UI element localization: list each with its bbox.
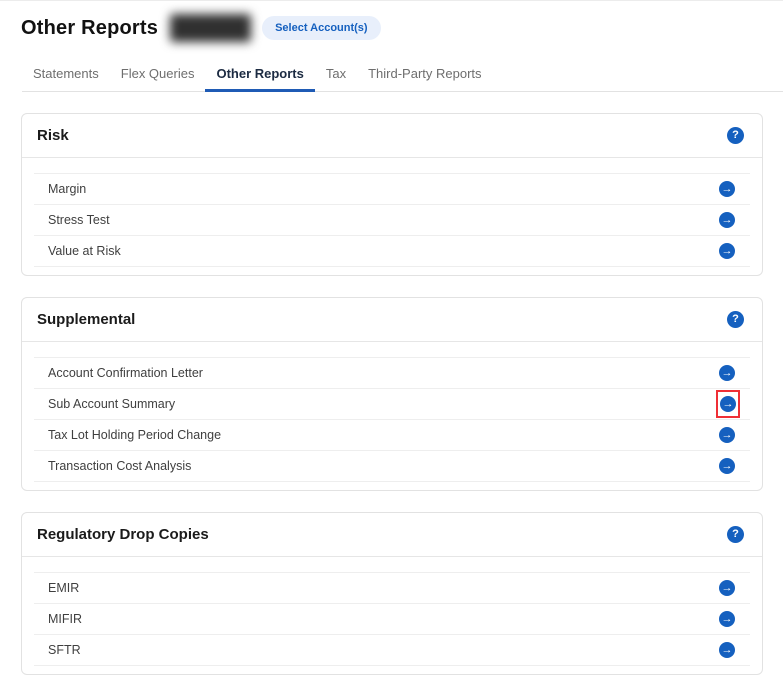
- open-report-arrow-icon[interactable]: →: [719, 181, 735, 197]
- report-item-account-confirmation-letter[interactable]: Account Confirmation Letter →: [34, 357, 750, 388]
- report-item-label: Value at Risk: [48, 244, 121, 258]
- open-report-arrow-icon[interactable]: →: [719, 365, 735, 381]
- report-item-sub-account-summary[interactable]: Sub Account Summary →: [34, 388, 750, 419]
- report-item-label: EMIR: [48, 581, 80, 595]
- report-list: Margin → Stress Test → Value at Risk →: [34, 173, 750, 267]
- open-report-arrow-icon[interactable]: →: [719, 212, 735, 228]
- open-report-arrow-icon[interactable]: →: [719, 243, 735, 259]
- report-item-value-at-risk[interactable]: Value at Risk →: [34, 235, 750, 266]
- report-item-margin[interactable]: Margin →: [34, 173, 750, 204]
- tab-third-party-reports[interactable]: Third-Party Reports: [357, 60, 492, 91]
- report-item-label: MIFIR: [48, 612, 83, 626]
- help-icon[interactable]: ?: [727, 127, 744, 144]
- report-item-label: Tax Lot Holding Period Change: [48, 428, 222, 442]
- reports-content: Risk ? Margin → Stress Test → Value at R…: [21, 113, 763, 675]
- report-item-label: Transaction Cost Analysis: [48, 459, 192, 473]
- help-icon[interactable]: ?: [727, 311, 744, 328]
- open-report-arrow-icon[interactable]: →: [719, 427, 735, 443]
- open-report-arrow-icon[interactable]: →: [719, 642, 735, 658]
- report-item-tax-lot-holding-period-change[interactable]: Tax Lot Holding Period Change →: [34, 419, 750, 450]
- section-supplemental: Supplemental ? Account Confirmation Lett…: [21, 297, 763, 491]
- report-list: EMIR → MIFIR → SFTR →: [34, 572, 750, 666]
- report-item-label: Account Confirmation Letter: [48, 366, 203, 380]
- tab-tax[interactable]: Tax: [315, 60, 357, 91]
- section-regulatory-header: Regulatory Drop Copies ?: [22, 513, 762, 557]
- section-risk-header: Risk ?: [22, 114, 762, 158]
- section-risk: Risk ? Margin → Stress Test → Value at R…: [21, 113, 763, 276]
- report-item-label: Margin: [48, 182, 87, 196]
- open-report-arrow-icon[interactable]: →: [719, 611, 735, 627]
- report-item-sftr[interactable]: SFTR →: [34, 634, 750, 665]
- page-title: Other Reports: [21, 16, 159, 39]
- report-item-emir[interactable]: EMIR →: [34, 572, 750, 603]
- section-regulatory-drop-copies: Regulatory Drop Copies ? EMIR → MIFIR → …: [21, 512, 763, 675]
- tab-flex-queries[interactable]: Flex Queries: [110, 60, 206, 91]
- highlight-annotation-box: →: [716, 390, 740, 418]
- section-title: Supplemental: [37, 311, 136, 328]
- select-accounts-button[interactable]: Select Account(s): [262, 16, 381, 40]
- section-title: Regulatory Drop Copies: [37, 526, 209, 543]
- section-supplemental-header: Supplemental ?: [22, 298, 762, 342]
- open-report-arrow-icon[interactable]: →: [719, 580, 735, 596]
- report-item-stress-test[interactable]: Stress Test →: [34, 204, 750, 235]
- section-title: Risk: [37, 127, 69, 144]
- tab-other-reports[interactable]: Other Reports: [205, 60, 315, 92]
- reports-tab-bar: Statements Flex Queries Other Reports Ta…: [22, 60, 783, 92]
- report-list: Account Confirmation Letter → Sub Accoun…: [34, 357, 750, 482]
- page-header: Other Reports Select Account(s): [0, 1, 783, 42]
- open-report-arrow-icon[interactable]: →: [719, 458, 735, 474]
- report-item-transaction-cost-analysis[interactable]: Transaction Cost Analysis →: [34, 450, 750, 481]
- report-item-label: Sub Account Summary: [48, 397, 176, 411]
- account-id-badge-redacted: [170, 14, 252, 42]
- help-icon[interactable]: ?: [727, 526, 744, 543]
- report-item-mifir[interactable]: MIFIR →: [34, 603, 750, 634]
- report-item-label: Stress Test: [48, 213, 110, 227]
- open-report-arrow-icon[interactable]: →: [720, 396, 736, 412]
- report-item-label: SFTR: [48, 643, 81, 657]
- tab-statements[interactable]: Statements: [22, 60, 110, 91]
